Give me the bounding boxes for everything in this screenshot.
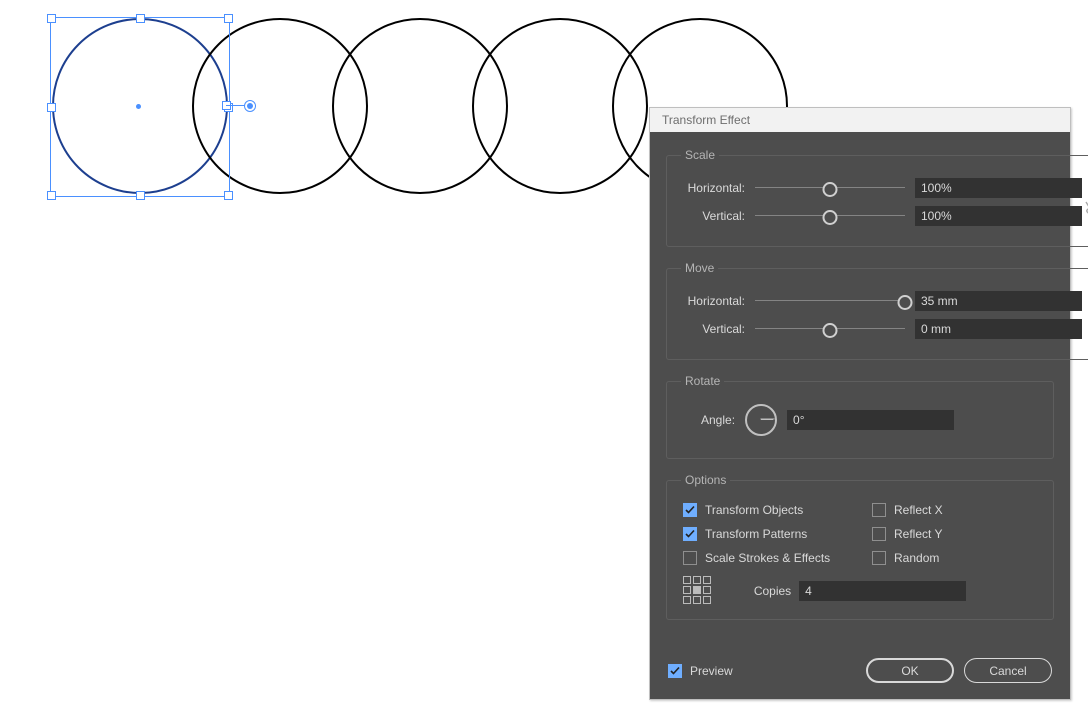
random-label: Random — [894, 551, 939, 565]
move-vertical-label: Vertical: — [681, 322, 745, 336]
reference-point-grid[interactable] — [683, 576, 710, 603]
move-group: Move Horizontal: Vertical: — [666, 261, 1088, 360]
rotate-group: Rotate Angle: — [666, 374, 1054, 459]
scale-horizontal-label: Horizontal: — [681, 181, 745, 195]
transform-patterns-checkbox[interactable]: Transform Patterns — [683, 527, 848, 541]
copies-label: Copies — [754, 584, 791, 598]
preview-label: Preview — [690, 664, 733, 678]
scale-horizontal-input[interactable] — [915, 178, 1082, 198]
scale-strokes-label: Scale Strokes & Effects — [705, 551, 830, 565]
move-horizontal-label: Horizontal: — [681, 294, 745, 308]
move-vertical-input[interactable] — [915, 319, 1082, 339]
constrain-proportions-icon[interactable] — [1084, 200, 1088, 223]
selection-center-point[interactable] — [136, 104, 141, 109]
bezier-handle-point[interactable] — [244, 100, 256, 112]
scale-vertical-input[interactable] — [915, 206, 1082, 226]
random-checkbox[interactable]: Random — [872, 551, 1037, 565]
dialog-title[interactable]: Transform Effect — [650, 108, 1070, 132]
move-vertical-slider[interactable] — [755, 321, 905, 337]
scale-strokes-checkbox[interactable]: Scale Strokes & Effects — [683, 551, 848, 565]
copies-input[interactable] — [799, 581, 966, 601]
resize-handle-ne[interactable] — [224, 14, 233, 23]
transform-objects-label: Transform Objects — [705, 503, 803, 517]
transform-effect-dialog: Transform Effect Scale Horizontal: Verti… — [649, 107, 1071, 700]
rotate-angle-label: Angle: — [701, 413, 735, 427]
move-horizontal-input[interactable] — [915, 291, 1082, 311]
ok-button[interactable]: OK — [866, 658, 954, 683]
resize-handle-se[interactable] — [224, 191, 233, 200]
preview-checkbox[interactable]: Preview — [668, 664, 733, 678]
scale-group: Scale Horizontal: Vertical: — [666, 148, 1088, 247]
reflect-x-checkbox[interactable]: Reflect X — [872, 503, 1037, 517]
resize-handle-n[interactable] — [136, 14, 145, 23]
cancel-button[interactable]: Cancel — [964, 658, 1052, 683]
move-horizontal-slider[interactable] — [755, 293, 905, 309]
resize-handle-s[interactable] — [136, 191, 145, 200]
rotate-legend: Rotate — [681, 374, 724, 388]
scale-legend: Scale — [681, 148, 719, 162]
scale-vertical-label: Vertical: — [681, 209, 745, 223]
scale-vertical-slider[interactable] — [755, 208, 905, 224]
scale-horizontal-slider[interactable] — [755, 180, 905, 196]
transform-patterns-label: Transform Patterns — [705, 527, 807, 541]
move-legend: Move — [681, 261, 718, 275]
rotate-angle-input[interactable] — [787, 410, 954, 430]
rotate-angle-dial[interactable] — [745, 404, 777, 436]
canvas[interactable]: Transform Effect Scale Horizontal: Verti… — [0, 0, 1088, 722]
options-group: Options Transform Objects Reflect X Tran… — [666, 473, 1054, 620]
resize-handle-sw[interactable] — [47, 191, 56, 200]
reflect-x-label: Reflect X — [894, 503, 943, 517]
bezier-handle-line — [226, 105, 244, 106]
resize-handle-nw[interactable] — [47, 14, 56, 23]
options-legend: Options — [681, 473, 730, 487]
reflect-y-label: Reflect Y — [894, 527, 942, 541]
transform-objects-checkbox[interactable]: Transform Objects — [683, 503, 848, 517]
reflect-y-checkbox[interactable]: Reflect Y — [872, 527, 1037, 541]
resize-handle-w[interactable] — [47, 103, 56, 112]
